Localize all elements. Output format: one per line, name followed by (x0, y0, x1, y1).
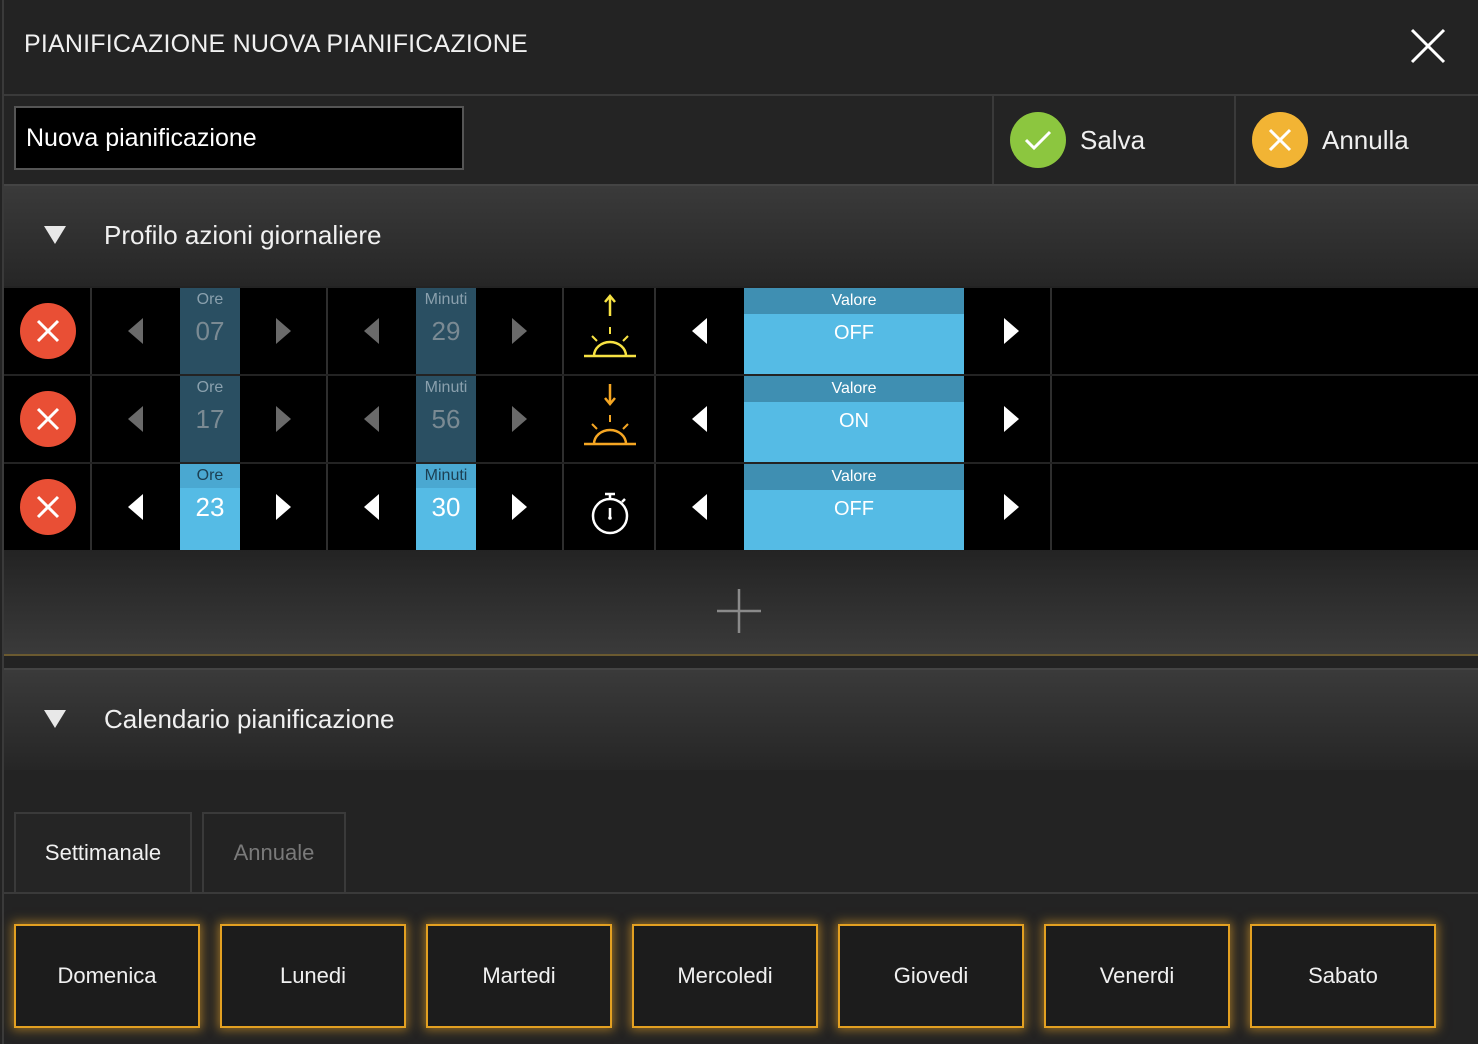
value-text: ON (839, 410, 869, 432)
day-button-sabato[interactable]: Sabato (1250, 924, 1436, 1028)
hours-increase-button[interactable] (276, 318, 291, 344)
action-row: Ore 07 Minuti 29 Valore OFF (4, 288, 1478, 374)
section-title: Calendario pianificazione (104, 704, 395, 734)
hours-caption: Ore (180, 376, 240, 400)
minutes-increase-button[interactable] (512, 406, 527, 432)
dialog-title: PIANIFICAZIONE NUOVA PIANIFICAZIONE (24, 30, 528, 58)
hours-number: 07 (195, 316, 225, 346)
value-display[interactable]: Valore OFF (744, 288, 964, 374)
cancel-label: Annulla (1322, 124, 1409, 155)
value-display[interactable]: Valore ON (744, 376, 964, 462)
delete-row-button[interactable] (20, 479, 76, 535)
value-stepper: Valore OFF (656, 464, 1052, 550)
value-next-button[interactable] (1004, 494, 1019, 520)
collapse-triangle-icon (44, 710, 66, 728)
calendar-section-header[interactable]: Calendario pianificazione (4, 668, 1478, 770)
minutes-decrease-button[interactable] (364, 318, 379, 344)
check-icon (1010, 112, 1066, 168)
section-title: Profilo azioni giornaliere (104, 220, 382, 250)
hours-stepper: Ore 07 (92, 288, 328, 374)
hours-caption: Ore (180, 288, 240, 312)
cancel-button[interactable]: Annulla (1234, 96, 1478, 184)
hours-increase-button[interactable] (276, 406, 291, 432)
day-button-venerdi[interactable]: Venerdi (1044, 924, 1230, 1028)
profile-section-header[interactable]: Profilo azioni giornaliere (4, 184, 1478, 286)
minutes-caption: Minuti (416, 288, 476, 312)
name-row: Salva Annulla (4, 96, 1478, 184)
hours-increase-button[interactable] (276, 494, 291, 520)
tab-weekly[interactable]: Settimanale (14, 812, 192, 892)
minutes-number: 30 (431, 492, 461, 522)
save-button[interactable]: Salva (992, 96, 1236, 184)
value-text: OFF (834, 498, 874, 520)
value-stepper: Valore ON (656, 376, 1052, 462)
value-caption: Valore (744, 464, 964, 490)
save-label: Salva (1080, 124, 1146, 155)
day-button-martedi[interactable]: Martedi (426, 924, 612, 1028)
value-text: OFF (834, 322, 874, 344)
hours-number: 17 (195, 404, 225, 434)
action-row: Ore 17 Minuti 56 Valore ON (4, 376, 1478, 462)
day-button-mercoledi[interactable]: Mercoledi (632, 924, 818, 1028)
sunrise-icon[interactable] (564, 288, 656, 374)
minutes-caption: Minuti (416, 376, 476, 400)
value-next-button[interactable] (1004, 406, 1019, 432)
delete-row-button[interactable] (20, 303, 76, 359)
minutes-decrease-button[interactable] (364, 406, 379, 432)
value-next-button[interactable] (1004, 318, 1019, 344)
value-display[interactable]: Valore OFF (744, 464, 964, 550)
delete-row-button[interactable] (20, 391, 76, 447)
value-prev-button[interactable] (692, 406, 707, 432)
minutes-number: 56 (431, 404, 461, 434)
value-caption: Valore (744, 376, 964, 402)
minutes-stepper: Minuti 29 (328, 288, 564, 374)
minutes-decrease-button[interactable] (364, 494, 379, 520)
add-action-plus-icon[interactable] (716, 588, 762, 634)
minutes-value[interactable]: Minuti 30 (416, 464, 476, 550)
minutes-increase-button[interactable] (512, 494, 527, 520)
tab-divider (4, 892, 1478, 894)
hours-decrease-button[interactable] (128, 318, 143, 344)
day-button-giovedi[interactable]: Giovedi (838, 924, 1024, 1028)
hours-value[interactable]: Ore 23 (180, 464, 240, 550)
minutes-value[interactable]: Minuti 56 (416, 376, 476, 462)
tab-annual[interactable]: Annuale (202, 812, 346, 892)
minutes-number: 29 (431, 316, 461, 346)
hours-value[interactable]: Ore 17 (180, 376, 240, 462)
minutes-stepper: Minuti 30 (328, 464, 564, 550)
timer-icon[interactable] (564, 464, 656, 550)
schedule-dialog: PIANIFICAZIONE NUOVA PIANIFICAZIONE Salv… (0, 0, 1478, 1044)
add-action-bar (4, 550, 1478, 656)
action-row: Ore 23 Minuti 30 Valore OFF (4, 464, 1478, 550)
hours-number: 23 (195, 492, 225, 522)
schedule-name-input[interactable] (14, 106, 464, 170)
minutes-increase-button[interactable] (512, 318, 527, 344)
close-icon[interactable] (1408, 26, 1448, 66)
hours-decrease-button[interactable] (128, 406, 143, 432)
close-icon (1252, 112, 1308, 168)
value-prev-button[interactable] (692, 318, 707, 344)
minutes-value[interactable]: Minuti 29 (416, 288, 476, 374)
hours-caption: Ore (180, 464, 240, 488)
hours-stepper: Ore 17 (92, 376, 328, 462)
sunset-icon[interactable] (564, 376, 656, 462)
value-prev-button[interactable] (692, 494, 707, 520)
hours-stepper: Ore 23 (92, 464, 328, 550)
hours-value[interactable]: Ore 07 (180, 288, 240, 374)
collapse-triangle-icon (44, 226, 66, 244)
day-button-lunedi[interactable]: Lunedi (220, 924, 406, 1028)
value-stepper: Valore OFF (656, 288, 1052, 374)
hours-decrease-button[interactable] (128, 494, 143, 520)
title-bar: PIANIFICAZIONE NUOVA PIANIFICAZIONE (4, 0, 1478, 96)
value-caption: Valore (744, 288, 964, 314)
day-button-domenica[interactable]: Domenica (14, 924, 200, 1028)
minutes-stepper: Minuti 56 (328, 376, 564, 462)
minutes-caption: Minuti (416, 464, 476, 488)
